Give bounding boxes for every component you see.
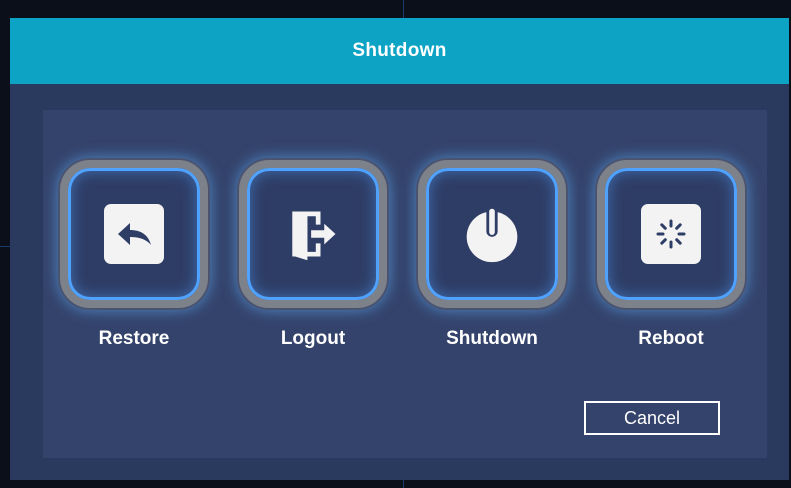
dialog-titlebar: Shutdown <box>10 18 789 84</box>
guide-line-horizontal <box>0 246 10 247</box>
shutdown-button[interactable]: Shutdown <box>418 160 566 350</box>
reboot-label: Reboot <box>638 328 704 349</box>
reboot-button[interactable]: Reboot <box>597 160 745 350</box>
reboot-icon <box>641 204 701 264</box>
shutdown-button-frame <box>418 160 566 308</box>
logout-button[interactable]: Logout <box>239 160 387 350</box>
restore-icon <box>104 204 164 264</box>
shutdown-label: Shutdown <box>446 328 538 349</box>
actions-panel: Restore Logout Shutdown Reboot Cancel <box>43 110 767 458</box>
reboot-button-frame <box>597 160 745 308</box>
logout-button-frame <box>239 160 387 308</box>
restore-label: Restore <box>98 328 170 349</box>
restore-button-frame <box>60 160 208 308</box>
logout-label: Logout <box>280 328 346 349</box>
power-icon <box>462 204 522 264</box>
restore-button[interactable]: Restore <box>60 160 208 350</box>
screen: Shutdown Restore Logout Shutdown Reboot … <box>0 0 791 488</box>
dialog-title: Shutdown <box>352 40 447 61</box>
shutdown-dialog: Shutdown Restore Logout Shutdown Reboot … <box>10 18 789 480</box>
logout-icon <box>283 204 343 264</box>
cancel-button[interactable]: Cancel <box>584 401 720 435</box>
